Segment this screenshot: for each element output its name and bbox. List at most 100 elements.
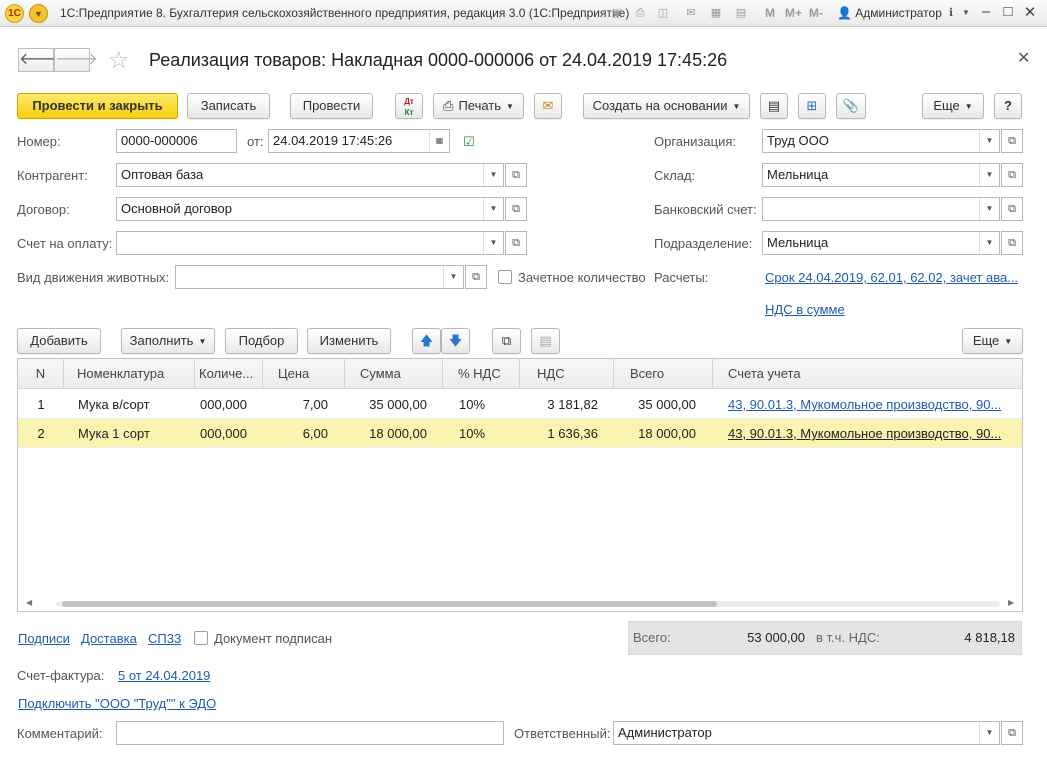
table-row[interactable]: 2 Мука 1 сорт 000,000 6,00 18 000,00 10%… bbox=[18, 419, 1022, 448]
open-department-button[interactable]: ⧉ bbox=[1001, 231, 1023, 255]
cell-quantity[interactable]: 000,000 bbox=[200, 390, 263, 419]
minimize-button[interactable]: – bbox=[976, 3, 996, 20]
chevron-down-icon[interactable]: ▼ bbox=[979, 198, 999, 220]
column-header-item[interactable]: Номенклатура bbox=[64, 359, 195, 389]
cell-sum[interactable]: 35 000,00 bbox=[345, 390, 427, 419]
department-field[interactable]: Мельница ▼ bbox=[762, 231, 1000, 255]
column-header-sum[interactable]: Сумма bbox=[345, 359, 443, 389]
chevron-down-icon[interactable]: ▼ bbox=[979, 130, 999, 152]
print-button[interactable]: ⎙ Печать ▼ bbox=[433, 93, 524, 119]
pick-button[interactable]: Подбор bbox=[225, 328, 298, 354]
print-icon[interactable]: ⎙ bbox=[632, 5, 648, 21]
window-close-button[interactable]: ✕ bbox=[1020, 3, 1040, 21]
cell-item[interactable]: Мука в/сорт bbox=[78, 390, 195, 419]
calendar-icon[interactable]: ▦ bbox=[429, 130, 449, 152]
mail-icon[interactable]: ✉ bbox=[683, 5, 699, 21]
cell-item[interactable]: Мука 1 сорт bbox=[78, 419, 195, 448]
contract-field[interactable]: Основной договор ▼ bbox=[116, 197, 504, 221]
chevron-down-icon[interactable]: ▼ bbox=[483, 164, 503, 186]
chevron-down-icon[interactable]: ▼ bbox=[958, 5, 974, 21]
invoice-field[interactable]: ▼ bbox=[116, 231, 504, 255]
dtkt-button[interactable]: Дт Кт bbox=[395, 93, 423, 119]
column-header-n[interactable]: N bbox=[18, 359, 64, 389]
maximize-button[interactable]: □ bbox=[998, 3, 1018, 20]
counterparty-field[interactable]: Оптовая база ▼ bbox=[116, 163, 504, 187]
chevron-down-icon[interactable]: ▼ bbox=[443, 266, 463, 288]
open-animal-movement-button[interactable]: ⧉ bbox=[465, 265, 487, 289]
scroll-right-icon[interactable]: ▶ bbox=[1008, 598, 1014, 607]
date-field[interactable]: 24.04.2019 17:45:26 ▦ bbox=[268, 129, 450, 153]
main-menu-icon[interactable]: ▼ bbox=[29, 4, 48, 23]
post-button[interactable]: Провести bbox=[290, 93, 373, 119]
cell-vat[interactable]: 3 181,82 bbox=[520, 390, 598, 419]
column-header-vat[interactable]: НДС bbox=[520, 359, 614, 389]
horizontal-scrollbar[interactable]: ◀ ▶ bbox=[18, 597, 1022, 611]
table-more-button[interactable]: Еще ▼ bbox=[962, 328, 1023, 354]
bank-account-field[interactable]: ▼ bbox=[762, 197, 1000, 221]
cell-vat-rate[interactable]: 10% bbox=[459, 419, 520, 448]
number-field[interactable]: 0000-000006 bbox=[116, 129, 237, 153]
cell-vat-rate[interactable]: 10% bbox=[459, 390, 520, 419]
cell-total[interactable]: 18 000,00 bbox=[614, 419, 696, 448]
change-button[interactable]: Изменить bbox=[307, 328, 391, 354]
cell-price[interactable]: 7,00 bbox=[263, 390, 328, 419]
email-button[interactable]: ✉ bbox=[534, 93, 562, 119]
column-header-total[interactable]: Всего bbox=[614, 359, 713, 389]
create-based-on-button[interactable]: Создать на основании ▼ bbox=[583, 93, 750, 119]
signatures-link[interactable]: Подписи bbox=[18, 631, 70, 646]
mark-icon[interactable]: ☑ bbox=[463, 134, 475, 150]
column-header-accounts[interactable]: Счета учета bbox=[713, 359, 1022, 389]
chevron-down-icon[interactable]: ▼ bbox=[979, 722, 999, 744]
document-signed-checkbox[interactable] bbox=[194, 631, 208, 645]
info-icon[interactable]: ℹ bbox=[943, 5, 959, 21]
open-invoice-button[interactable]: ⧉ bbox=[505, 231, 527, 255]
chevron-down-icon[interactable]: ▼ bbox=[979, 164, 999, 186]
back-button[interactable]: 🡐 bbox=[18, 48, 62, 72]
post-and-close-button[interactable]: Провести и закрыть bbox=[17, 93, 178, 119]
related-docs-button[interactable]: ⊞ bbox=[798, 93, 826, 119]
vat-mode-link[interactable]: НДС в сумме bbox=[765, 302, 845, 317]
cell-sum[interactable]: 18 000,00 bbox=[345, 419, 427, 448]
comment-field[interactable] bbox=[116, 721, 504, 745]
move-down-button[interactable]: 🡇 bbox=[441, 328, 470, 354]
cell-accounts-link[interactable]: 43, 90.01.3, Мукомольное производство, 9… bbox=[728, 390, 1018, 419]
move-up-button[interactable]: 🡅 bbox=[412, 328, 441, 354]
cell-accounts-link[interactable]: 43, 90.01.3, Мукомольное производство, 9… bbox=[728, 419, 1018, 448]
save-button[interactable]: Записать bbox=[187, 93, 270, 119]
forward-button[interactable]: 🡒 bbox=[54, 48, 98, 72]
calendar-icon[interactable]: ▤ bbox=[733, 5, 749, 21]
calculator-icon[interactable]: ▦ bbox=[708, 5, 724, 21]
open-warehouse-button[interactable]: ⧉ bbox=[1001, 163, 1023, 187]
save-icon[interactable]: ▣ bbox=[609, 5, 625, 21]
scroll-left-icon[interactable]: ◀ bbox=[26, 598, 32, 607]
responsible-field[interactable]: Администратор ▼ bbox=[613, 721, 1000, 745]
animal-movement-field[interactable]: ▼ bbox=[175, 265, 464, 289]
memory-minus-button[interactable]: M- bbox=[809, 6, 823, 20]
cell-price[interactable]: 6,00 bbox=[263, 419, 328, 448]
open-counterparty-button[interactable]: ⧉ bbox=[505, 163, 527, 187]
table-row[interactable]: 1 Мука в/сорт 000,000 7,00 35 000,00 10%… bbox=[18, 390, 1022, 419]
settlements-link[interactable]: Срок 24.04.2019, 62.01, 62.02, зачет ава… bbox=[765, 270, 1021, 285]
cell-vat[interactable]: 1 636,36 bbox=[520, 419, 598, 448]
connect-edo-link[interactable]: Подключить "ООО "Труд"" к ЭДО bbox=[18, 696, 216, 711]
copy-row-button[interactable]: ⧉ bbox=[492, 328, 521, 354]
cell-quantity[interactable]: 000,000 bbox=[200, 419, 263, 448]
credit-quantity-checkbox[interactable] bbox=[498, 270, 512, 284]
open-bank-account-button[interactable]: ⧉ bbox=[1001, 197, 1023, 221]
favorite-star-icon[interactable]: ☆ bbox=[108, 46, 130, 75]
add-row-button[interactable]: Добавить bbox=[17, 328, 101, 354]
delivery-link[interactable]: Доставка bbox=[81, 631, 137, 646]
close-icon[interactable]: ✕ bbox=[1017, 48, 1030, 68]
open-organization-button[interactable]: ⧉ bbox=[1001, 129, 1023, 153]
more-button[interactable]: Еще ▼ bbox=[922, 93, 984, 119]
organization-field[interactable]: Труд ООО ▼ bbox=[762, 129, 1000, 153]
cell-total[interactable]: 35 000,00 bbox=[614, 390, 696, 419]
open-responsible-button[interactable]: ⧉ bbox=[1001, 721, 1023, 745]
structure-button[interactable]: ▤ bbox=[760, 93, 788, 119]
chevron-down-icon[interactable]: ▼ bbox=[979, 232, 999, 254]
warehouse-field[interactable]: Мельница ▼ bbox=[762, 163, 1000, 187]
preview-icon[interactable]: ◫ bbox=[655, 5, 671, 21]
tax-invoice-link[interactable]: 5 от 24.04.2019 bbox=[118, 668, 210, 683]
column-header-quantity[interactable]: Количе... bbox=[195, 359, 263, 389]
sp33-link[interactable]: СП33 bbox=[148, 631, 181, 646]
